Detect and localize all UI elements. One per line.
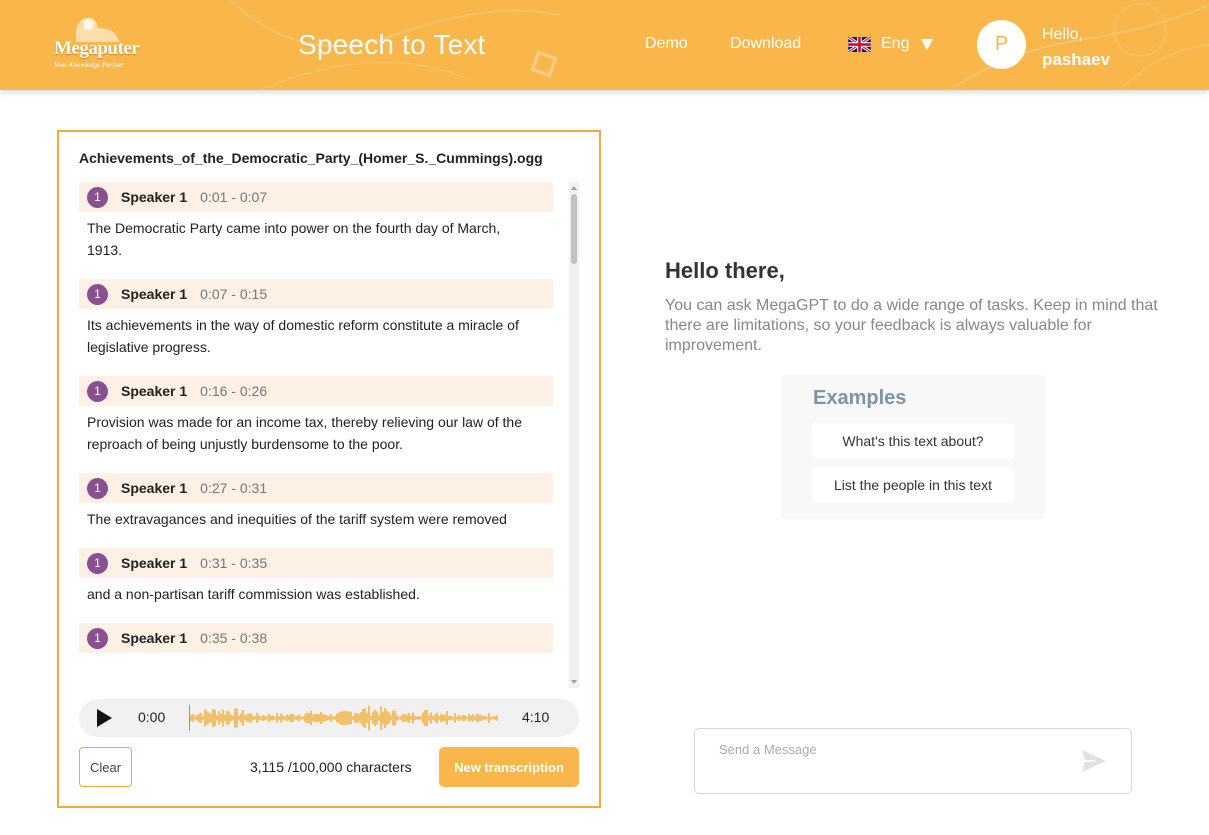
language-label: Eng (881, 35, 910, 52)
speaker-badge: 1 (87, 627, 108, 649)
example-button[interactable]: List the people in this text (812, 467, 1014, 503)
transcript-segment: 1 Speaker 1 0:16 - 0:26 Provision was ma… (79, 376, 553, 455)
uk-flag-icon (848, 36, 871, 52)
new-transcription-button[interactable]: New transcription (439, 747, 579, 787)
nav-demo-link[interactable]: Demo (645, 35, 688, 53)
scroll-down-icon[interactable] (571, 680, 577, 684)
segment-text: Provision was made for an income tax, th… (87, 414, 522, 452)
greeting-text: Hello, (1042, 26, 1083, 43)
speaker-name: Speaker 1 (121, 189, 188, 205)
segment-header: 1 Speaker 1 0:31 - 0:35 (79, 548, 553, 578)
hello-title: Hello there, (665, 258, 785, 283)
header-decoration (228, 0, 1209, 90)
app-header: Megaputer Your Knowledge Partner Speech … (0, 0, 1209, 90)
examples-card: Examples What's this text about? List th… (781, 375, 1045, 519)
segment-header: 1 Speaker 1 0:16 - 0:26 (79, 376, 553, 406)
message-box (694, 728, 1132, 794)
user-greeting: Hello, pashaev (1042, 22, 1110, 72)
segment-header: 1 Speaker 1 0:27 - 0:31 (79, 473, 553, 503)
segment-time: 0:16 - 0:26 (200, 383, 268, 399)
speaker-name: Speaker 1 (121, 630, 188, 646)
username: pashaev (1042, 50, 1111, 69)
scrollbar-thumb[interactable] (571, 194, 577, 264)
speaker-name: Speaker 1 (121, 286, 188, 302)
send-icon[interactable] (1081, 749, 1107, 773)
speaker-badge: 1 (87, 477, 108, 499)
segment-header: 1 Speaker 1 0:01 - 0:07 (79, 182, 553, 212)
user-avatar[interactable]: P (977, 20, 1026, 69)
transcript-list[interactable]: 1 Speaker 1 0:01 - 0:07 The Democratic P… (79, 182, 553, 688)
segment-time: 0:07 - 0:15 (200, 286, 268, 302)
language-selector[interactable]: Eng (848, 33, 934, 55)
logo-name: Megaputer (54, 38, 140, 59)
waveform[interactable] (189, 702, 501, 734)
nav-download-link[interactable]: Download (730, 35, 801, 53)
audio-player: 0:00 4:10 (79, 699, 579, 737)
segment-text: The extravagances and inequities of the … (87, 511, 507, 527)
speaker-name: Speaker 1 (121, 480, 188, 496)
speaker-badge: 1 (87, 283, 108, 305)
speaker-name: Speaker 1 (121, 555, 188, 571)
caret-down-icon (921, 38, 934, 50)
megaputer-logo[interactable]: Megaputer Your Knowledge Partner (52, 16, 152, 74)
transcript-segment: 1 Speaker 1 0:01 - 0:07 The Democratic P… (79, 182, 553, 261)
segment-text: Its achievements in the way of domestic … (87, 317, 519, 355)
speaker-badge: 1 (87, 380, 108, 402)
segment-text (79, 653, 545, 658)
segment-header: 1 Speaker 1 0:07 - 0:15 (79, 279, 553, 309)
segment-header: 1 Speaker 1 0:35 - 0:38 (79, 623, 553, 653)
transcript-segment: 1 Speaker 1 0:31 - 0:35 and a non-partis… (79, 548, 553, 605)
segment-text: and a non-partisan tariff commission was… (87, 586, 420, 602)
segment-time: 0:31 - 0:35 (200, 555, 268, 571)
segment-time: 0:35 - 0:38 (200, 630, 268, 646)
example-button[interactable]: What's this text about? (812, 423, 1014, 459)
segment-text: The Democratic Party came into power on … (87, 220, 501, 258)
character-count: 3,115 /100,000 characters (250, 759, 412, 775)
segment-time: 0:01 - 0:07 (200, 189, 268, 205)
speaker-badge: 1 (87, 186, 108, 208)
scroll-up-icon[interactable] (571, 186, 577, 190)
message-input[interactable] (719, 739, 1069, 759)
transcript-panel: Achievements_of_the_Democratic_Party_(Ho… (57, 130, 601, 808)
clear-button[interactable]: Clear (79, 747, 132, 787)
speaker-name: Speaker 1 (121, 383, 188, 399)
transcript-segment: 1 Speaker 1 0:27 - 0:31 The extravagance… (79, 473, 553, 530)
transcript-scrollbar[interactable] (569, 182, 579, 688)
hello-description: You can ask MegaGPT to do a wide range o… (665, 297, 1158, 354)
logo-tagline: Your Knowledge Partner (54, 61, 124, 69)
transcript-segment: 1 Speaker 1 0:35 - 0:38 (79, 623, 553, 658)
duration-time: 4:10 (522, 709, 550, 725)
segment-time: 0:27 - 0:31 (200, 480, 268, 496)
examples-title: Examples (813, 387, 907, 409)
play-icon[interactable] (97, 709, 112, 727)
transcript-segment: 1 Speaker 1 0:07 - 0:15 Its achievements… (79, 279, 553, 358)
speaker-badge: 1 (87, 552, 108, 574)
current-time: 0:00 (138, 709, 166, 725)
app-title: Speech to Text (298, 29, 486, 60)
file-name: Achievements_of_the_Democratic_Party_(Ho… (79, 150, 543, 166)
